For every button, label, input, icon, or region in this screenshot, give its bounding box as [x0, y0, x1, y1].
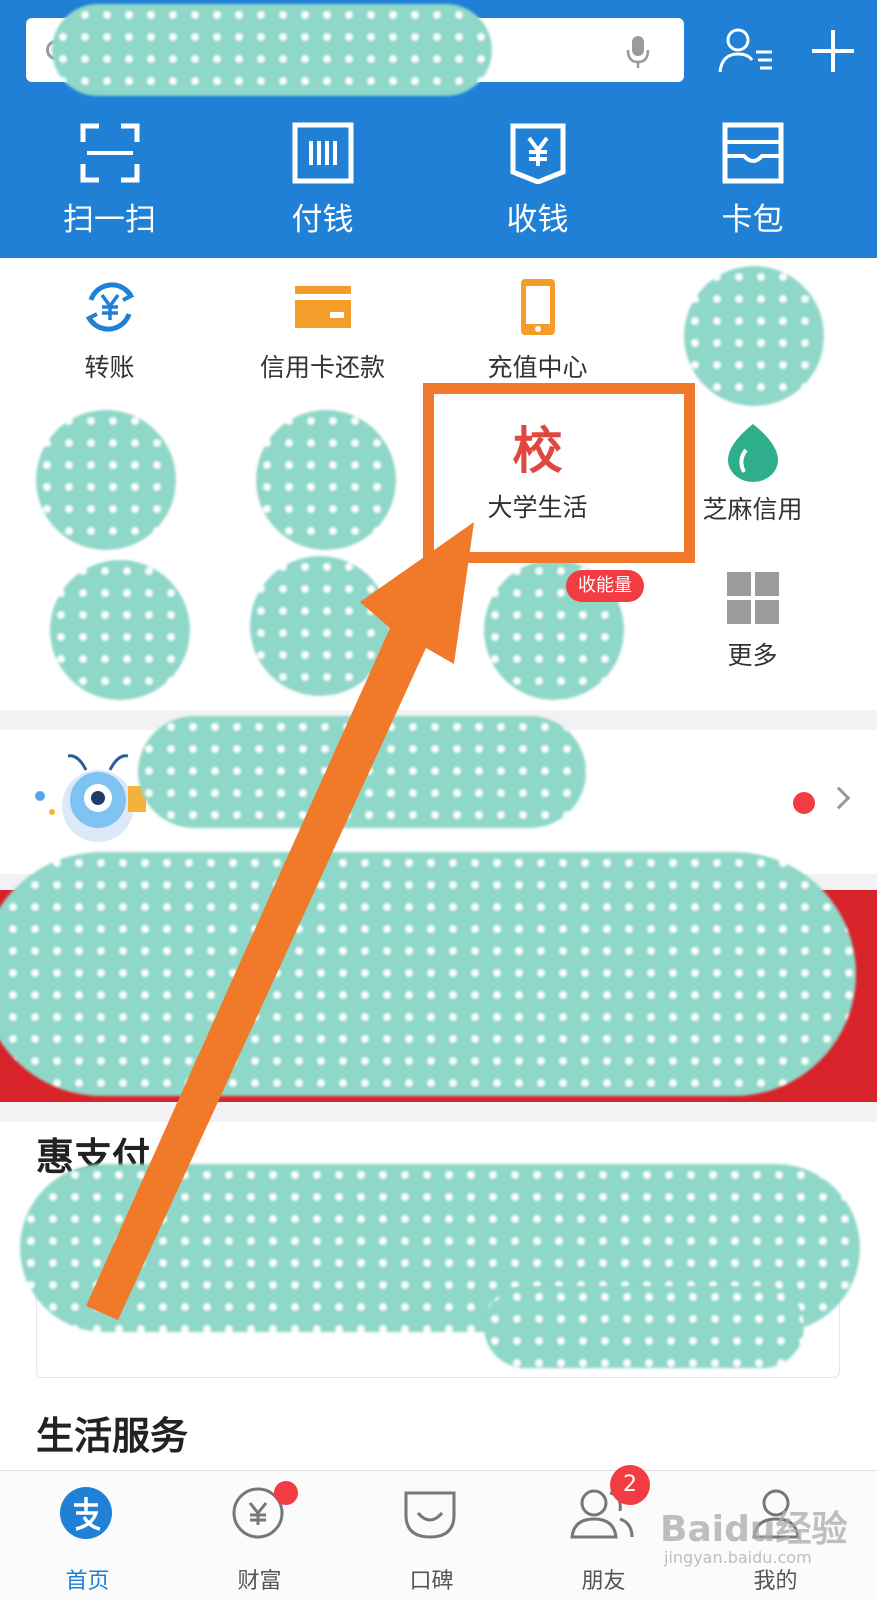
pay-button[interactable]: 付钱 [213, 112, 432, 252]
grid-item-recharge[interactable]: 充值中心 [428, 278, 647, 384]
card-wallet-label: 卡包 [721, 202, 784, 238]
card-wallet-icon [722, 122, 783, 184]
contacts-icon[interactable] [718, 26, 774, 76]
yuan-receive-icon [510, 123, 565, 184]
tab-profile-label: 我的 [753, 1569, 798, 1594]
barcode-pay-icon [292, 122, 353, 184]
ant-mascot-icon [35, 754, 146, 842]
unread-dot [793, 792, 815, 814]
card-wallet-button[interactable]: 卡包 [643, 112, 862, 252]
scan-label: 扫一扫 [63, 202, 156, 238]
scan-button[interactable]: 扫一扫 [0, 112, 219, 252]
obscured-grid-item [256, 410, 396, 550]
obscured-search-text [52, 4, 492, 96]
phone-recharge-icon [520, 279, 555, 335]
tab-friends-label: 朋友 [581, 1569, 626, 1594]
energy-badge: 收能量 [566, 570, 644, 602]
add-icon[interactable] [808, 26, 858, 76]
obscured-grid-item [36, 410, 176, 550]
credit-card-icon [294, 286, 351, 328]
tab-koubei-label: 口碑 [409, 1569, 454, 1594]
grid-item-credit-card-repay[interactable]: 信用卡还款 [213, 278, 432, 384]
obscured-huizhifu-content [484, 1286, 804, 1368]
alipay-home-icon [60, 1487, 112, 1539]
transfer-label: 转账 [84, 353, 135, 382]
tab-wealth-label: 财富 [237, 1569, 282, 1594]
koubei-icon [404, 1491, 456, 1539]
grid-more-icon [726, 572, 779, 624]
obscured-banner [0, 852, 856, 1096]
microphone-icon[interactable] [622, 34, 654, 70]
obscured-notification-text [138, 716, 586, 828]
grid-item-more[interactable]: 更多 [643, 572, 862, 672]
tab-home-label: 首页 [65, 1569, 110, 1594]
watermark: Baidu经验 [660, 1509, 848, 1550]
receive-button[interactable]: 收钱 [428, 112, 647, 252]
obscured-grid-item [250, 556, 390, 696]
tab-wealth[interactable]: 财富 [172, 1471, 347, 1600]
more-label: 更多 [727, 641, 778, 670]
obscured-grid-item [684, 266, 824, 406]
friends-count-badge: 2 [610, 1465, 650, 1505]
wealth-reddot [274, 1481, 298, 1505]
transfer-icon [85, 282, 134, 332]
shenghuo-title: 生活服务 [36, 1414, 189, 1458]
highlight-box [423, 383, 695, 563]
sesame-credit-icon [727, 424, 778, 482]
receive-label: 收钱 [506, 202, 569, 238]
watermark-url: jingyan.baidu.com [664, 1548, 812, 1567]
tab-home[interactable]: 首页 [0, 1471, 175, 1600]
obscured-grid-item [50, 560, 190, 700]
chevron-right-icon [827, 786, 851, 810]
grid-item-transfer[interactable]: 转账 [0, 278, 219, 384]
scan-icon [80, 123, 139, 183]
tab-koubei[interactable]: 口碑 [344, 1471, 519, 1600]
credit-card-repay-label: 信用卡还款 [259, 353, 385, 382]
pay-label: 付钱 [291, 202, 354, 238]
recharge-label: 充值中心 [487, 353, 588, 382]
